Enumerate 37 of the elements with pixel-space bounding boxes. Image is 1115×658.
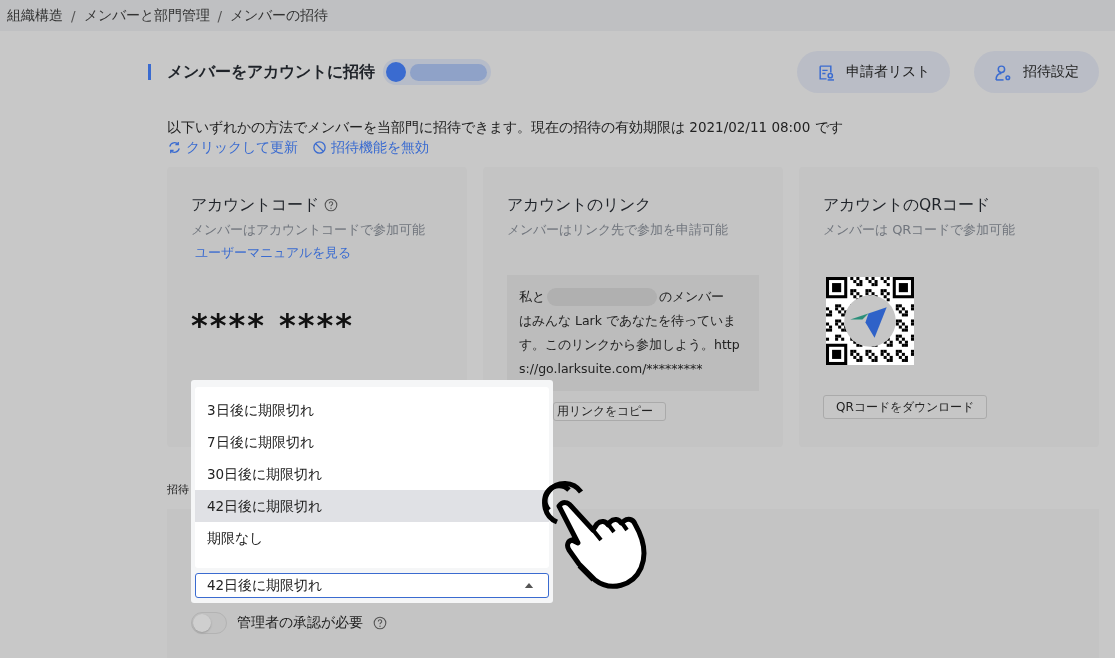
breadcrumb-item: メンバーの招待 [230,6,329,25]
header-button[interactable]: 招待設定 [974,51,1099,93]
ban-icon [312,139,327,155]
list-icon [817,63,834,81]
card-title: アカウントのQRコード [823,195,990,216]
description-text: 以下いずれかの方法でメンバーを当部門に招待できます。現在の招待の有効期限は 2021/02/11 08:00 です [167,118,844,137]
download-qr-button[interactable]: QRコードをダウンロード [823,395,987,419]
help-icon [373,616,387,630]
refresh-icon [167,139,182,155]
dropdown-option[interactable]: 30日後に期限切れ [195,458,549,490]
message-text: 私と [519,288,545,306]
expiry-select[interactable]: 42日後に期限切れ [195,573,549,598]
dropdown-option[interactable]: 7日後に期限切れ [195,426,549,458]
user-settings-icon [994,63,1011,81]
copy-link-button[interactable]: 用リンクをコピー [553,402,666,421]
approval-toggle[interactable] [191,612,227,634]
message-text: はみんな Lark であなたを待っています。このリンクから参加しよう。https://go.larksuite.com/********* [519,312,741,378]
breadcrumb-item[interactable]: 組織構造 [7,6,63,25]
card-subtitle: メンバーはリンク先で参加を申請可能 [507,221,728,239]
accent-bar [148,64,151,80]
section-title: メンバーをアカウントに招待 [167,61,375,83]
dropdown-option[interactable]: 期限なし [195,522,549,554]
card-subtitle: メンバーは QRコードで参加可能 [823,221,1016,239]
section-label: 招待 [167,482,189,498]
message-text: のメンバー [659,288,724,306]
card-title: アカウントのリンク [507,195,651,216]
dropdown-option[interactable]: 42日後に期限切れ [195,490,549,522]
caret-up-icon [524,582,534,589]
toggle-label: 管理者の承認が必要 [237,614,363,632]
card-subtitle: メンバーはアカウントコードで参加可能 [191,221,425,239]
breadcrumb-item[interactable]: メンバーと部門管理 [83,6,210,25]
card-title: アカウントコード [191,195,319,216]
header-button[interactable]: 申請者リスト [797,51,950,93]
dropdown-option[interactable]: 3日後に期限切れ [195,394,549,426]
breadcrumb-separator: / [217,7,223,24]
account-code: **** **** [191,306,354,344]
breadcrumb-separator: / [71,7,76,24]
